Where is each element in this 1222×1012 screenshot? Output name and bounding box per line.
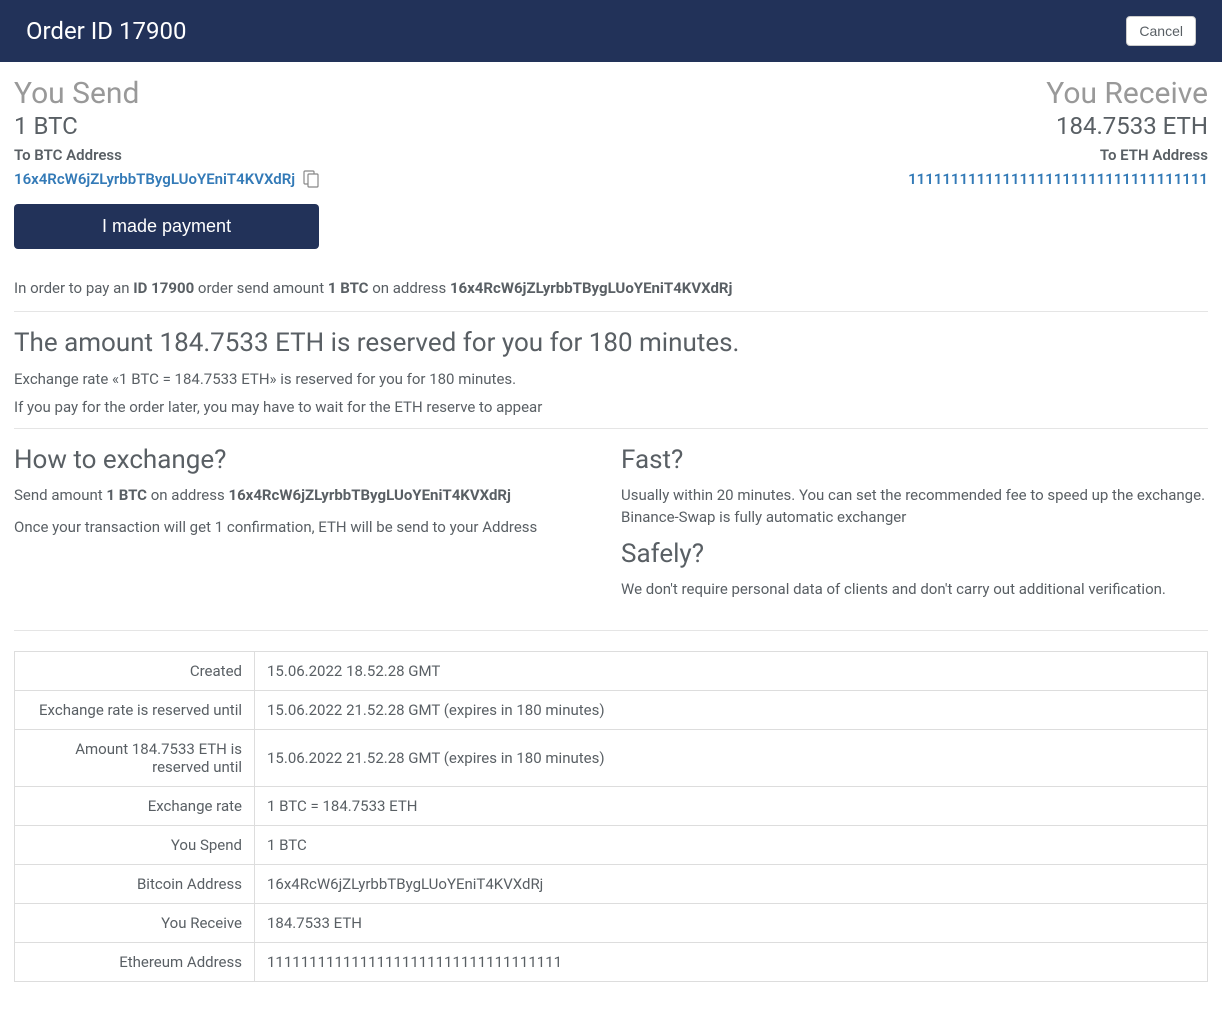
howto-p1-address: 16x4RcW6jZLyrbbTBygLUoYEniT4KVXdRj — [228, 486, 510, 504]
btc-address-value[interactable]: 16x4RcW6jZLyrbbTBygLUoYEniT4KVXdRj — [14, 170, 295, 188]
detail-value: 15.06.2022 18.52.28 GMT — [255, 652, 1208, 691]
fast-title: Fast? — [621, 445, 1208, 475]
howto-p1-amount: 1 BTC — [106, 486, 147, 504]
send-receive-row: You Send 1 BTC To BTC Address 16x4RcW6jZ… — [14, 76, 1208, 269]
reserve-rate-text: Exchange rate «1 BTC = 184.7533 ETH» is … — [14, 370, 1208, 388]
safely-text: We don't require personal data of client… — [621, 579, 1208, 601]
btc-address-line: 16x4RcW6jZLyrbbTBygLUoYEniT4KVXdRj — [14, 170, 319, 188]
divider — [14, 630, 1208, 631]
table-row: Exchange rate is reserved until15.06.202… — [15, 691, 1208, 730]
detail-label: Bitcoin Address — [15, 865, 255, 904]
reserve-warning-text: If you pay for the order later, you may … — [14, 398, 1208, 416]
howto-p1-prefix: Send amount — [14, 486, 106, 504]
detail-value: 16x4RcW6jZLyrbbTBygLUoYEniT4KVXdRj — [255, 865, 1208, 904]
table-row: You Receive184.7533 ETH — [15, 904, 1208, 943]
instruction-mid2: on address — [368, 279, 449, 297]
table-row: Bitcoin Address16x4RcW6jZLyrbbTBygLUoYEn… — [15, 865, 1208, 904]
table-row: You Spend1 BTC — [15, 826, 1208, 865]
detail-label: Exchange rate — [15, 787, 255, 826]
how-to-exchange-column: How to exchange? Send amount 1 BTC on ad… — [14, 445, 601, 610]
info-columns: How to exchange? Send amount 1 BTC on ad… — [14, 445, 1208, 610]
reserve-title: The amount 184.7533 ETH is reserved for … — [14, 328, 1208, 358]
detail-value: 15.06.2022 21.52.28 GMT (expires in 180 … — [255, 691, 1208, 730]
fast-text: Usually within 20 minutes. You can set t… — [621, 485, 1208, 529]
page-title: Order ID 17900 — [26, 17, 186, 45]
instruction-amount: 1 BTC — [328, 279, 369, 297]
detail-value: 11111111111111111111111111111111111 — [255, 943, 1208, 982]
instruction-order-id: ID 17900 — [133, 279, 194, 297]
instruction-prefix: In order to pay an — [14, 279, 133, 297]
divider — [14, 311, 1208, 312]
detail-label: Ethereum Address — [15, 943, 255, 982]
detail-value: 15.06.2022 21.52.28 GMT (expires in 180 … — [255, 730, 1208, 787]
main-content: You Send 1 BTC To BTC Address 16x4RcW6jZ… — [0, 62, 1222, 1012]
copy-icon[interactable] — [303, 170, 319, 188]
header-bar: Order ID 17900 Cancel — [0, 0, 1222, 62]
detail-label: You Receive — [15, 904, 255, 943]
how-to-step2: Once your transaction will get 1 confirm… — [14, 517, 601, 539]
cancel-button[interactable]: Cancel — [1126, 16, 1196, 46]
instruction-address: 16x4RcW6jZLyrbbTBygLUoYEniT4KVXdRj — [450, 279, 732, 297]
safely-title: Safely? — [621, 539, 1208, 569]
detail-label: Amount 184.7533 ETH is reserved until — [15, 730, 255, 787]
fast-safely-column: Fast? Usually within 20 minutes. You can… — [621, 445, 1208, 610]
you-receive-column: You Receive 184.7533 ETH To ETH Address … — [908, 76, 1208, 269]
order-details-table: Created15.06.2022 18.52.28 GMTExchange r… — [14, 651, 1208, 982]
detail-label: Created — [15, 652, 255, 691]
you-send-column: You Send 1 BTC To BTC Address 16x4RcW6jZ… — [14, 76, 319, 269]
eth-address-value[interactable]: 11111111111111111111111111111111111 — [908, 170, 1208, 188]
table-row: Ethereum Address111111111111111111111111… — [15, 943, 1208, 982]
detail-value: 184.7533 ETH — [255, 904, 1208, 943]
divider — [14, 428, 1208, 429]
detail-value: 1 BTC — [255, 826, 1208, 865]
payment-instruction: In order to pay an ID 17900 order send a… — [14, 279, 1208, 297]
you-receive-amount: 184.7533 ETH — [1056, 112, 1208, 140]
table-row: Amount 184.7533 ETH is reserved until15.… — [15, 730, 1208, 787]
instruction-mid1: order send amount — [194, 279, 328, 297]
how-to-title: How to exchange? — [14, 445, 601, 475]
eth-address-label: To ETH Address — [1100, 146, 1208, 164]
how-to-step1: Send amount 1 BTC on address 16x4RcW6jZL… — [14, 485, 601, 507]
i-made-payment-button[interactable]: I made payment — [14, 204, 319, 249]
btc-address-label: To BTC Address — [14, 146, 319, 164]
detail-value: 1 BTC = 184.7533 ETH — [255, 787, 1208, 826]
detail-label: You Spend — [15, 826, 255, 865]
you-send-amount: 1 BTC — [14, 112, 319, 140]
howto-p1-mid: on address — [147, 486, 228, 504]
table-row: Exchange rate1 BTC = 184.7533 ETH — [15, 787, 1208, 826]
table-row: Created15.06.2022 18.52.28 GMT — [15, 652, 1208, 691]
you-send-title: You Send — [14, 76, 319, 112]
detail-label: Exchange rate is reserved until — [15, 691, 255, 730]
you-receive-title: You Receive — [1046, 76, 1208, 112]
